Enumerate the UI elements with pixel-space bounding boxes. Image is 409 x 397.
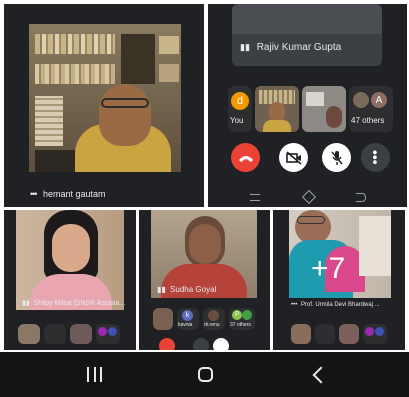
participant-name: ••• Prof. Urmila Devi Bhardwaj ... (291, 302, 380, 308)
audio-level-icon: ▮▮ (22, 300, 30, 307)
avatar (353, 92, 369, 108)
others-label: 37 others (230, 322, 251, 328)
participant-label: dr.renu (204, 322, 220, 328)
participant-name: ▮▮ Sudha Goyal (157, 285, 217, 294)
audio-level-icon: ▮▮ (240, 42, 250, 52)
participant-thumb-4[interactable] (363, 324, 387, 344)
participant-name: ▮▮ Shilpy Mittal (SNSR Assista... (22, 300, 126, 307)
self-tile[interactable]: d You (228, 86, 252, 132)
participant-label: kavnia (178, 322, 193, 328)
recent-apps-icon[interactable] (87, 367, 102, 382)
avatar (242, 310, 252, 320)
mic-toggle-button[interactable] (213, 338, 229, 350)
home-icon[interactable] (198, 367, 213, 382)
participant-thumb-1[interactable] (153, 308, 173, 330)
participant-video (16, 210, 124, 310)
more-icon: ••• (367, 150, 384, 165)
avatar: P (232, 310, 242, 320)
hamburger-icon[interactable] (250, 194, 260, 201)
participant-thumb-2[interactable] (315, 324, 335, 344)
self-label: You (230, 116, 244, 125)
mic-toggle-button[interactable] (322, 143, 351, 172)
others-label: 47 others (351, 116, 385, 125)
speaker-label: ▮▮ Rajiv Kumar Gupta (240, 42, 342, 53)
end-call-button[interactable] (231, 143, 260, 172)
audio-level-icon: ▮▮ (157, 285, 166, 294)
participant-video (29, 24, 181, 172)
meet-main-panel: ▮▮ Rajiv Kumar Gupta d You A 47 others •… (208, 4, 407, 207)
back-icon[interactable] (356, 193, 366, 202)
participant-thumb-3[interactable] (70, 324, 92, 344)
camera-toggle-button[interactable] (279, 143, 308, 172)
more-options-button[interactable]: ••• (361, 143, 390, 172)
camera-toggle-button[interactable] (193, 338, 209, 350)
system-nav-bar (0, 352, 409, 397)
mic-off-icon (330, 150, 343, 165)
avatar: A (371, 92, 387, 108)
more-icon[interactable]: ••• (30, 189, 38, 199)
speaker-tile[interactable]: ▮▮ Rajiv Kumar Gupta (232, 4, 382, 66)
participant-thumb-1[interactable] (291, 324, 311, 344)
video-tile-urmila[interactable]: +7 ••• Prof. Urmila Devi Bhardwaj ... (273, 210, 405, 350)
participant-thumb-1[interactable] (18, 324, 40, 344)
others-tile[interactable]: P 37 others (229, 308, 255, 330)
others-tile[interactable]: A 47 others (349, 86, 393, 132)
more-participants-count[interactable]: +7 (311, 252, 345, 286)
video-tile-hemant[interactable]: ••• hemant gautam (4, 4, 204, 207)
video-tile-shilpy[interactable]: ▮▮ Shilpy Mittal (SNSR Assista... (4, 210, 136, 350)
participant-thumb-2[interactable] (44, 324, 66, 344)
more-icon: ••• (291, 302, 298, 308)
participant-thumb-3[interactable] (339, 324, 359, 344)
participant-thumb-4[interactable] (96, 324, 120, 344)
participant-thumb-drrenu[interactable]: dr.renu (203, 308, 225, 330)
participant-thumb-2[interactable] (302, 86, 346, 132)
camera-off-icon (285, 150, 302, 165)
avatar: k (182, 310, 193, 321)
back-icon[interactable] (312, 366, 330, 384)
end-call-button[interactable] (159, 338, 175, 350)
home-icon[interactable] (301, 189, 317, 205)
participant-thumb-kavnia[interactable]: k kavnia (177, 308, 199, 330)
end-call-icon (238, 155, 253, 162)
participant-name: ••• hemant gautam (30, 189, 106, 199)
avatar: d (231, 92, 249, 110)
participant-thumb-1[interactable] (255, 86, 299, 132)
video-tile-sudha[interactable]: ▮▮ Sudha Goyal k kavnia dr.renu P 37 oth… (139, 210, 270, 350)
avatar (208, 310, 219, 321)
